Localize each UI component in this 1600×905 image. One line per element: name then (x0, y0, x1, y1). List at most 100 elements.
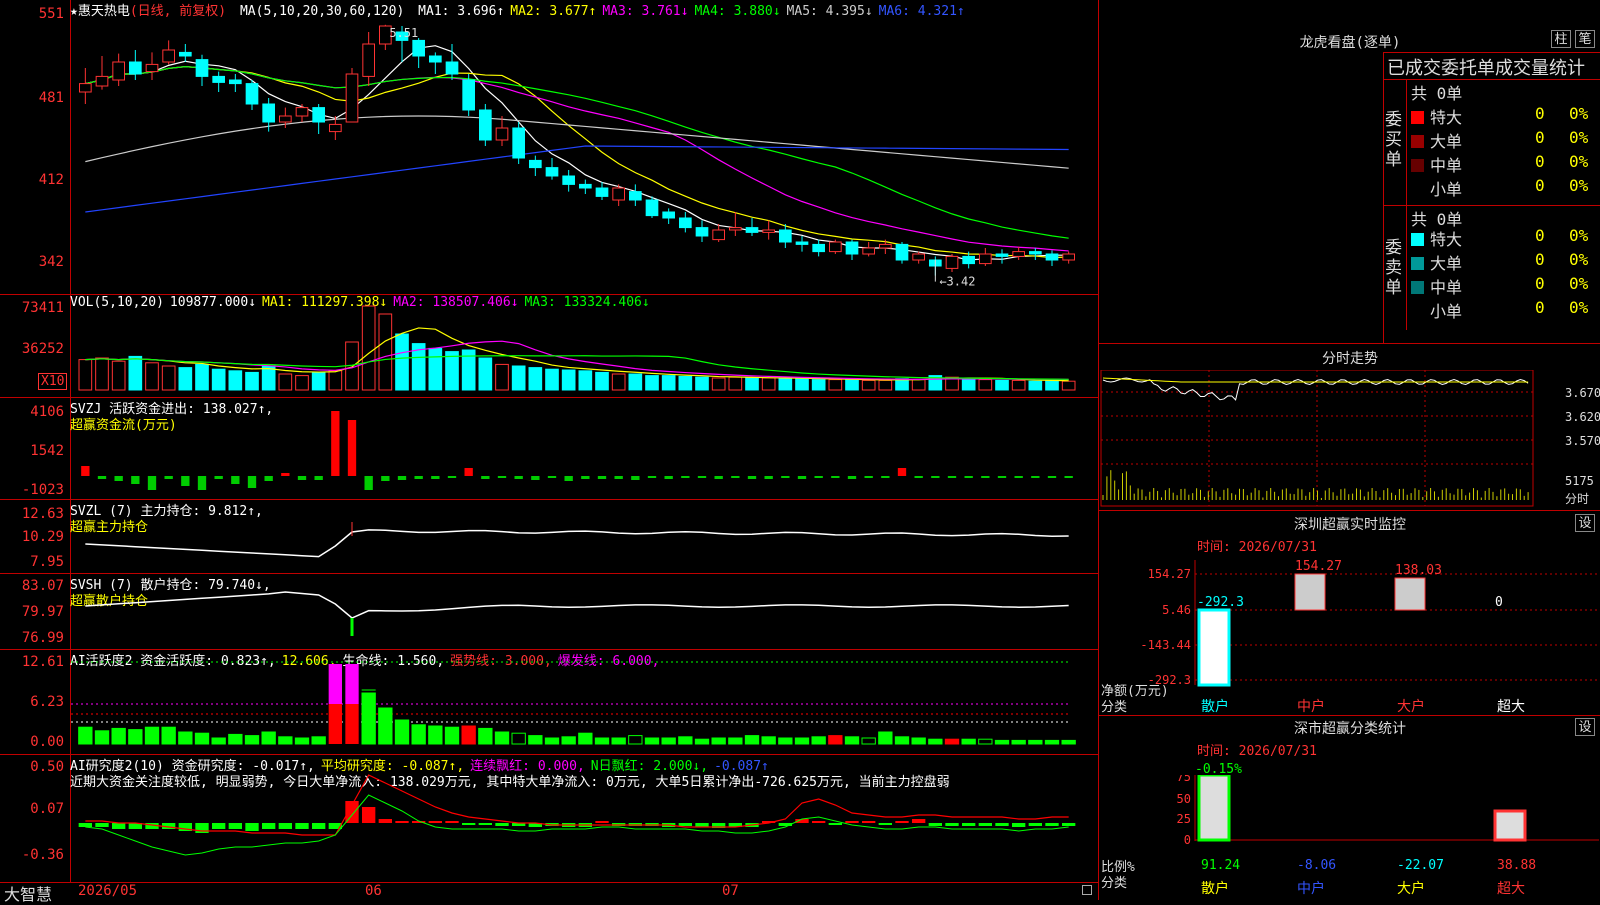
research-bar (1062, 823, 1076, 826)
volume-chart[interactable] (71, 295, 1098, 397)
order-size-value: 0 (1535, 152, 1545, 171)
activity-bar (178, 731, 193, 745)
y-tick-label: 76.99 (21, 630, 64, 646)
sz-xlabel: 分类 (1101, 700, 1128, 715)
flow-bar (764, 476, 773, 479)
flow-bar (147, 476, 157, 490)
volume-pane[interactable]: VOL(5,10,20) 109877.000↓ MA1: 111297.398↓ M… (0, 295, 1098, 398)
activity-bar (111, 727, 126, 745)
volume-bar (678, 375, 693, 391)
flow-bar (331, 411, 340, 476)
candle (795, 241, 809, 245)
svzl-chart[interactable] (71, 500, 1098, 573)
svsh-chart[interactable] (71, 574, 1098, 649)
price-pane[interactable]: ★惠天热电(日线, 前复权) MA(5,10,20,30,60,120) MA1… (0, 0, 1098, 295)
volume-bar (628, 373, 643, 391)
candle (195, 59, 209, 77)
cls-title: 深市超赢分类统计 (1294, 721, 1406, 737)
volume-bar (95, 357, 109, 391)
ma-line (85, 66, 1069, 259)
research-bar (595, 821, 609, 823)
volume-bar (161, 365, 176, 391)
sz-settings-button[interactable]: 设 (1575, 514, 1595, 532)
flow-bar (547, 476, 557, 478)
candle (295, 107, 309, 117)
order-size-pct: 0% (1569, 176, 1589, 195)
flow-bar (597, 476, 607, 479)
flow-bar (164, 476, 173, 479)
research-bar (912, 819, 926, 823)
order-size-value: 0 (1535, 176, 1545, 195)
flow-bar (464, 468, 473, 476)
ai-activity-chart[interactable] (71, 650, 1098, 754)
sz-title: 深圳超赢实时监控 (1294, 517, 1406, 533)
candle (1012, 251, 1025, 257)
flow-bar (947, 476, 957, 478)
volume-bar (611, 373, 626, 391)
candle (879, 243, 892, 249)
right-panel: 龙虎看盘(逐单) 柱 笔 已成交委托单成交量统计 委买单 委卖单 共 0单 共 … (1098, 0, 1600, 900)
y-tick-label: -0.36 (21, 847, 64, 863)
svzl-pane[interactable]: SVZL (7) 主力持仓: 9.812↑, 超赢主力持仓 12.63 10.29… (0, 500, 1098, 574)
order-size-value: 0 (1535, 298, 1545, 317)
candle (312, 107, 325, 123)
color-swatch (1411, 257, 1424, 270)
research-bar (962, 823, 976, 826)
candle (745, 227, 759, 233)
intraday-vol: 5175 (1565, 474, 1594, 488)
intraday-chart[interactable] (1099, 370, 1600, 510)
volume-bar (811, 379, 826, 391)
svsh-pane[interactable]: SVSH (7) 散户持仓: 79.740↓, 超赢散户持仓 83.07 79.9… (0, 574, 1098, 650)
candle (729, 227, 742, 231)
price-chart[interactable]: 5.51 ←3.42 (71, 0, 1098, 294)
order-size-value: 0 (1535, 226, 1545, 245)
flow-bar (564, 476, 573, 481)
ai-research-chart[interactable] (71, 755, 1098, 881)
activity-bar (228, 733, 243, 745)
sz-bar-value: 138.03 (1395, 563, 1442, 578)
svzj-chart[interactable] (71, 398, 1098, 499)
cls-value: -8.06 (1297, 858, 1337, 873)
volume-bar (445, 351, 459, 391)
flow-bar (114, 476, 123, 481)
activity-bar (661, 737, 676, 745)
flow-bar (747, 476, 757, 479)
cls-bar (1493, 809, 1527, 842)
tick-view-button[interactable]: 笔 (1575, 30, 1595, 48)
volume-bar (878, 379, 893, 391)
research-bar (1045, 823, 1059, 826)
ai-activity-pane[interactable]: AI活跃度2 资金活跃度: 0.823↑, 12.606, 生命线: 1.560, 强… (0, 650, 1098, 755)
candle (579, 183, 592, 189)
activity-bar (744, 735, 760, 745)
activity-bar (761, 736, 776, 745)
sz-bar-chart[interactable]: 154.275.46-143.44-292.3-292.3154.27 138.0… (1099, 550, 1600, 710)
volume-bar (78, 359, 93, 391)
volume-bar (478, 357, 493, 391)
candle (429, 55, 442, 63)
activity-bar (561, 736, 576, 745)
volume-bar (195, 363, 209, 391)
cls-category: 散户 (1201, 881, 1229, 897)
order-size-name: 大单 (1430, 254, 1463, 273)
flow-bar (231, 476, 240, 484)
order-size-row: 特大 0 0% (1411, 104, 1588, 128)
flow-bar (214, 476, 223, 479)
cls-category: 大户 (1397, 881, 1425, 897)
intraday-tick: 3.620 (1565, 410, 1600, 424)
volume-bar (761, 377, 776, 391)
activity-bar (894, 736, 910, 745)
activity-bar (278, 736, 293, 745)
research-bar (462, 823, 476, 825)
ai-research-pane[interactable]: AI研究度2(10) 资金研究度: -0.017↑, 平均研究度: -0.087↑… (0, 755, 1098, 882)
candle (562, 175, 576, 185)
order-size-pct: 0% (1569, 274, 1589, 293)
flow-bar (831, 476, 840, 478)
bar-view-button[interactable]: 柱 (1551, 30, 1571, 48)
order-size-name: 特大 (1430, 108, 1463, 127)
volume-bar (961, 378, 976, 391)
flow-bar (481, 476, 490, 479)
activity-bar (628, 735, 643, 745)
svzj-pane[interactable]: SVZJ 活跃资金进出: 138.027↑, 超赢资金流(万元) 4106 154… (0, 398, 1098, 500)
cls-settings-button[interactable]: 设 (1575, 718, 1595, 736)
research-bar (112, 823, 126, 829)
